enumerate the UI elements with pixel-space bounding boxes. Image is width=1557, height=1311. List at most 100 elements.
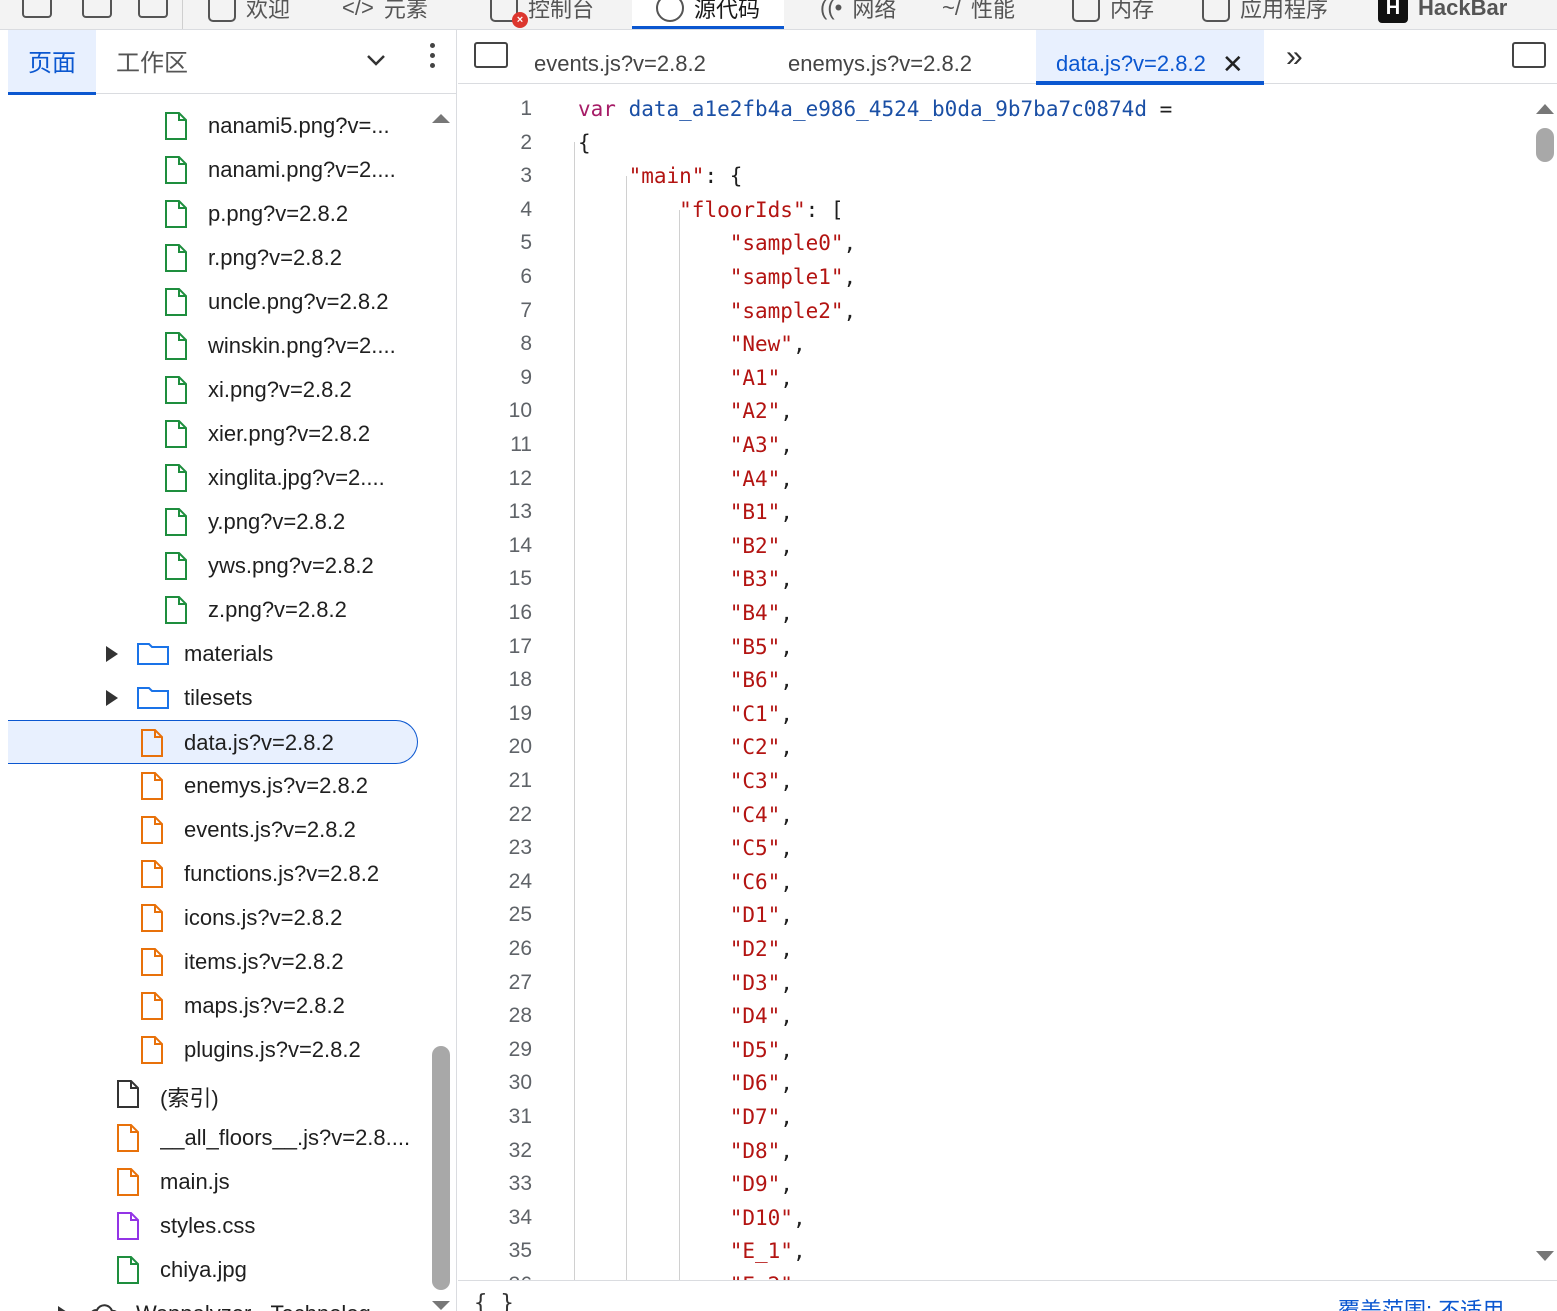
tab-memory[interactable]: 内存 (1072, 0, 1154, 29)
tree-item[interactable]: plugins.js?v=2.8.2 (8, 1028, 428, 1072)
tree-item[interactable]: functions.js?v=2.8.2 (8, 852, 428, 896)
line-number[interactable]: 13 (458, 495, 532, 529)
tab-network[interactable]: ((• 网络 (820, 0, 896, 29)
more-tabs-icon[interactable]: » (1286, 40, 1303, 74)
line-number[interactable]: 12 (458, 462, 532, 496)
tree-item[interactable]: data.js?v=2.8.2 (8, 720, 418, 764)
line-number[interactable]: 30 (458, 1066, 532, 1100)
editor-tab-enemys[interactable]: enemys.js?v=2.8.2 (788, 30, 972, 84)
tab-sources[interactable]: 源代码 (632, 0, 785, 29)
line-number[interactable]: 11 (458, 428, 532, 462)
editor-scroll-down-icon[interactable] (1536, 1251, 1554, 1261)
line-number[interactable]: 16 (458, 596, 532, 630)
line-source: "C6", (729, 869, 793, 894)
inspect-element-icon[interactable] (22, 0, 52, 18)
tree-item[interactable]: nanami.png?v=2.... (8, 148, 428, 192)
line-number[interactable]: 24 (458, 865, 532, 899)
line-number[interactable]: 26 (458, 932, 532, 966)
tree-item[interactable]: (索引) (8, 1072, 428, 1116)
line-number[interactable]: 8 (458, 327, 532, 361)
tree-item[interactable]: xi.png?v=2.8.2 (8, 368, 428, 412)
line-number[interactable]: 1 (458, 92, 532, 126)
more-options-icon[interactable] (424, 40, 440, 72)
line-number[interactable]: 14 (458, 529, 532, 563)
coverage-link[interactable]: 覆盖范围: 不适用 (1338, 1293, 1504, 1311)
tree-item[interactable]: icons.js?v=2.8.2 (8, 896, 428, 940)
line-number[interactable]: 32 (458, 1134, 532, 1168)
sidebar-scrollbar[interactable] (432, 1046, 450, 1290)
close-tab-icon[interactable]: ✕ (1222, 30, 1244, 98)
tree-item[interactable]: chiya.jpg (8, 1248, 428, 1292)
line-number[interactable]: 7 (458, 294, 532, 328)
line-number[interactable]: 2 (458, 126, 532, 160)
tree-item[interactable]: __all_floors__.js?v=2.8.... (8, 1116, 428, 1160)
line-number[interactable]: 34 (458, 1201, 532, 1235)
tree-item[interactable]: Wappalyzer - Technolog... (8, 1292, 428, 1311)
expand-triangle-icon[interactable] (58, 1306, 70, 1311)
line-number[interactable]: 10 (458, 394, 532, 428)
chevron-down-icon[interactable] (364, 48, 388, 72)
line-number[interactable]: 3 (458, 159, 532, 193)
tree-item[interactable]: p.png?v=2.8.2 (8, 192, 428, 236)
tab-elements[interactable]: </> 元素 (342, 0, 428, 29)
line-number[interactable]: 35 (458, 1234, 532, 1268)
line-number[interactable]: 22 (458, 798, 532, 832)
line-number[interactable]: 23 (458, 831, 532, 865)
line-number[interactable]: 28 (458, 999, 532, 1033)
tree-item[interactable]: styles.css (8, 1204, 428, 1248)
tab-page[interactable]: 页面 (8, 30, 96, 95)
tab-workspace[interactable]: 工作区 (96, 30, 208, 94)
line-number[interactable]: 9 (458, 361, 532, 395)
line-number[interactable]: 33 (458, 1167, 532, 1201)
editor-scroll-up-icon[interactable] (1536, 104, 1554, 114)
line-number[interactable]: 36 (458, 1268, 532, 1280)
tree-item[interactable]: events.js?v=2.8.2 (8, 808, 428, 852)
line-number[interactable]: 18 (458, 663, 532, 697)
tree-item[interactable]: materials (8, 632, 428, 676)
tab-performance[interactable]: ~/ 性能 (942, 0, 1015, 29)
line-number[interactable]: 4 (458, 193, 532, 227)
line-number[interactable]: 27 (458, 966, 532, 1000)
toggle-navigator-icon[interactable] (474, 42, 508, 68)
expand-triangle-icon[interactable] (106, 690, 118, 706)
line-number[interactable]: 19 (458, 697, 532, 731)
tree-item[interactable]: enemys.js?v=2.8.2 (8, 764, 428, 808)
tree-item[interactable]: items.js?v=2.8.2 (8, 940, 428, 984)
line-number[interactable]: 29 (458, 1033, 532, 1067)
line-number[interactable]: 5 (458, 226, 532, 260)
line-number[interactable]: 20 (458, 730, 532, 764)
tree-item[interactable]: main.js (8, 1160, 428, 1204)
editor-tab-data[interactable]: data.js?v=2.8.2 ✕ (1036, 30, 1264, 85)
line-number[interactable]: 21 (458, 764, 532, 798)
tree-item[interactable]: yws.png?v=2.8.2 (8, 544, 428, 588)
tab-hackbar[interactable]: H HackBar (1378, 0, 1507, 29)
tree-item[interactable]: winskin.png?v=2.... (8, 324, 428, 368)
tree-item[interactable]: xier.png?v=2.8.2 (8, 412, 428, 456)
scroll-down-icon[interactable] (432, 1301, 450, 1310)
tree-item[interactable]: r.png?v=2.8.2 (8, 236, 428, 280)
scroll-up-icon[interactable] (432, 114, 450, 123)
editor-tab-events[interactable]: events.js?v=2.8.2 (534, 30, 706, 84)
pretty-print-button[interactable]: { } (474, 1291, 514, 1311)
tree-item[interactable]: uncle.png?v=2.8.2 (8, 280, 428, 324)
tab-welcome[interactable]: 欢迎 (208, 0, 290, 29)
tree-item[interactable]: xinglita.jpg?v=2.... (8, 456, 428, 500)
line-number[interactable]: 15 (458, 562, 532, 596)
line-number[interactable]: 17 (458, 630, 532, 664)
tab-console[interactable]: × 控制台 (490, 0, 594, 29)
line-number[interactable]: 6 (458, 260, 532, 294)
toggle-debugger-icon[interactable] (1512, 42, 1546, 68)
tree-item[interactable]: y.png?v=2.8.2 (8, 500, 428, 544)
code-view[interactable]: 1 var data_a1e2fb4a_e986_4524_b0da_9b7ba7… (458, 92, 1528, 1280)
tree-item[interactable]: maps.js?v=2.8.2 (8, 984, 428, 1028)
editor-scrollbar[interactable] (1536, 128, 1554, 162)
tree-item[interactable]: tilesets (8, 676, 428, 720)
tab-application[interactable]: 应用程序 (1202, 0, 1328, 29)
line-number[interactable]: 31 (458, 1100, 532, 1134)
tree-item[interactable]: nanami5.png?v=... (8, 104, 428, 148)
device-toolbar-icon[interactable] (82, 0, 112, 18)
tree-item[interactable]: z.png?v=2.8.2 (8, 588, 428, 632)
expand-triangle-icon[interactable] (106, 646, 118, 662)
line-number[interactable]: 25 (458, 898, 532, 932)
dock-icon[interactable] (138, 0, 168, 18)
